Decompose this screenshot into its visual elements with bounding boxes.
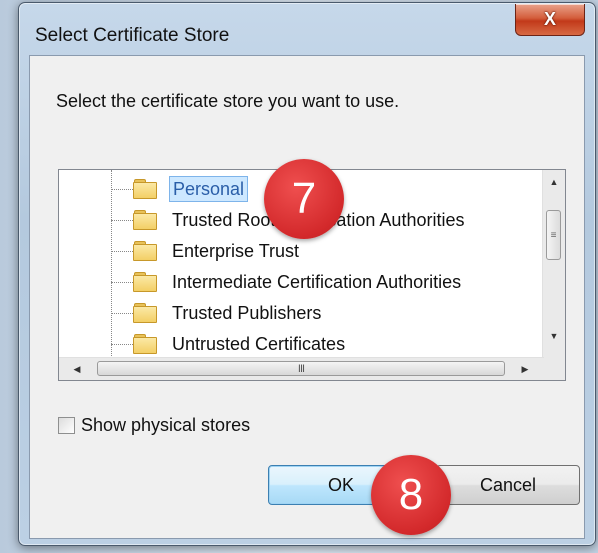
prompt-text: Select the certificate store you want to… — [56, 91, 400, 111]
close-icon: X — [543, 9, 556, 29]
scrollbar-corner — [543, 358, 565, 380]
scroll-up-icon[interactable]: ▲ — [543, 172, 565, 192]
horizontal-scrollbar[interactable]: ◀ III ▶ — [59, 357, 544, 380]
folder-icon — [133, 241, 157, 261]
tree-item-enterprise-trust[interactable]: Enterprise Trust — [59, 236, 544, 267]
scroll-right-icon[interactable]: ▶ — [515, 358, 535, 380]
scroll-down-icon[interactable]: ▼ — [543, 326, 565, 346]
scroll-left-icon[interactable]: ◀ — [67, 358, 87, 380]
grip-icon: III — [297, 362, 305, 375]
dialog-client-area: Select the certificate store you want to… — [29, 55, 585, 539]
cancel-button[interactable]: Cancel — [436, 465, 580, 505]
vertical-scroll-thumb[interactable]: ≡ — [546, 210, 561, 260]
tree-item-label: Untrusted Certificates — [172, 334, 346, 354]
step-8-annotation-badge: 8 — [371, 455, 451, 535]
folder-icon — [133, 334, 157, 354]
tree-item-trusted-publishers[interactable]: Trusted Publishers — [59, 298, 544, 329]
close-button[interactable]: X — [515, 4, 585, 36]
show-physical-stores-checkbox[interactable] — [58, 417, 75, 434]
show-physical-stores-label: Show physical stores — [81, 415, 251, 435]
select-certificate-store-dialog: Select Certificate Store X Select the ce… — [18, 2, 596, 546]
tree-item-untrusted[interactable]: Untrusted Certificates — [59, 329, 544, 358]
dialog-title: Select Certificate Store — [35, 25, 230, 46]
vertical-scrollbar[interactable]: ▲ ≡ ▼ — [542, 170, 565, 358]
tree-item-label: Personal — [169, 176, 249, 202]
show-physical-stores-option[interactable]: Show physical stores — [58, 415, 250, 436]
folder-icon — [133, 303, 157, 323]
tree-item-label: Intermediate Certification Authorities — [172, 272, 462, 292]
folder-icon — [133, 210, 157, 230]
step-7-annotation-badge: 7 — [264, 159, 344, 239]
tree-item-label: Trusted Publishers — [172, 303, 322, 323]
folder-icon — [133, 179, 157, 199]
tree-item-intermediate[interactable]: Intermediate Certification Authorities — [59, 267, 544, 298]
horizontal-scroll-thumb[interactable]: III — [97, 361, 505, 376]
folder-icon — [133, 272, 157, 292]
grip-icon: ≡ — [550, 229, 557, 241]
tree-item-label: Enterprise Trust — [172, 241, 300, 261]
